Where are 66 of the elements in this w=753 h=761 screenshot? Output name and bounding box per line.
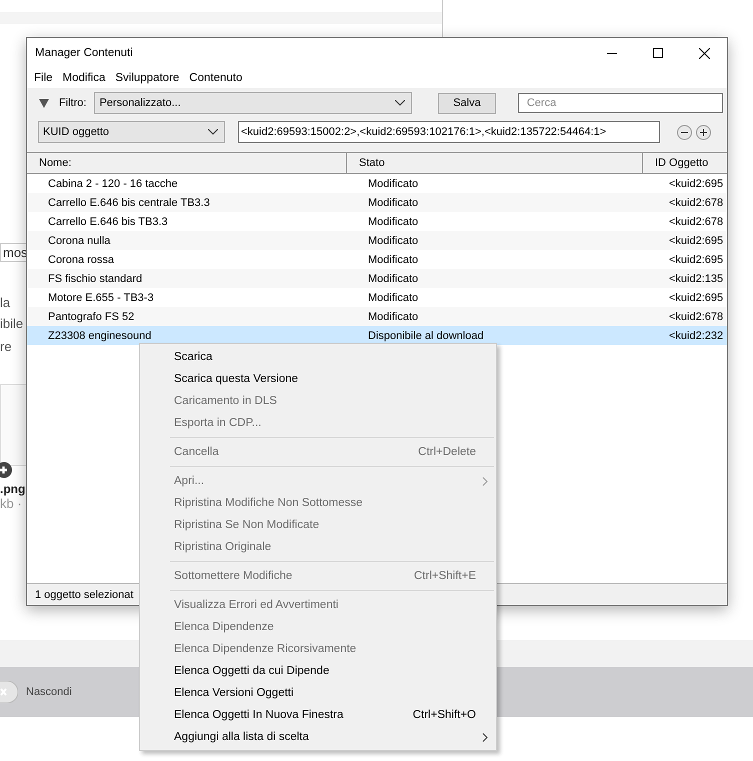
table-cell-text: Modificato: [367, 216, 420, 228]
minus-button[interactable]: [677, 124, 692, 140]
filter-icon[interactable]: [39, 98, 49, 108]
plus-button[interactable]: [696, 124, 711, 140]
table-row[interactable]: Z23308 enginesound Disponibile al download <kuid2:232: [27, 326, 727, 345]
table-cell-text: <kuid2:678: [668, 196, 724, 208]
menu-item[interactable]: Aggiungi alla lista di scelta: [142, 726, 496, 748]
window-title: Manager Contenuti: [34, 47, 133, 59]
menu-item[interactable]: Scarica: [142, 346, 496, 368]
table-cell-text: <kuid2:695: [668, 234, 724, 246]
table-cell-text: <kuid2:695: [668, 292, 724, 304]
menu-item[interactable]: File: [29, 72, 58, 84]
table-cell-text: <kuid2:695: [668, 178, 724, 190]
table-row[interactable]: FS fischio standard Modificato <kuid2:135: [27, 269, 727, 288]
column-header[interactable]: Stato: [347, 153, 643, 173]
menu-item[interactable]: Contenuto: [184, 72, 248, 84]
table-row[interactable]: Carrello E.646 bis centrale TB3.3 Modificato <kuid2:678: [27, 193, 727, 212]
page-text: ibile: [0, 315, 24, 333]
table-cell-text: Z23308 enginesound: [47, 330, 152, 342]
table-cell-text: <kuid2:678: [668, 310, 724, 322]
page-text: re: [0, 339, 12, 354]
table-cell-text: Disponibile al download: [367, 330, 485, 342]
table-cell-text: <kuid2:232: [668, 330, 724, 342]
table-cell-text: Modificato: [367, 272, 420, 284]
menu-item[interactable]: Modifica: [58, 72, 110, 84]
table-cell-text: Modificato: [367, 196, 420, 208]
table-cell-text: <kuid2:678: [668, 216, 724, 228]
file-size: kb ·: [0, 496, 22, 511]
plus-icon: [700, 128, 707, 136]
menu-item[interactable]: Elenca Versioni Oggetti: [142, 682, 496, 704]
menu-item[interactable]: Elenca Oggetti In Nuova Finestra Ctrl+Shift+O: [142, 704, 496, 726]
kuid-dropdown[interactable]: KUID oggetto: [38, 121, 225, 143]
table-cell-text: Carrello E.646 bis centrale TB3.3: [47, 196, 211, 208]
maximize-icon: [653, 48, 663, 58]
caret-icon: [395, 100, 406, 106]
hide-button[interactable]: Nascondi: [0, 681, 72, 703]
table-cell-text: Motore E.655 - TB3-3: [47, 292, 155, 304]
table-row[interactable]: Corona nulla Modificato <kuid2:695: [27, 231, 727, 250]
table-cell-text: FS fischio standard: [47, 272, 144, 284]
menu-item[interactable]: Scarica questa Versione: [142, 368, 496, 390]
menu-item[interactable]: Sviluppatore: [110, 72, 184, 84]
column-header[interactable]: ID Oggetto: [643, 153, 727, 173]
filter-dropdown[interactable]: Personalizzato...: [94, 92, 412, 114]
menu-item[interactable]: Elenca Oggetti da cui Dipende: [142, 660, 496, 682]
table-cell-text: Carrello E.646 bis TB3.3: [47, 216, 169, 228]
table-cell-text: Modificato: [367, 234, 420, 246]
table-row[interactable]: Pantografo FS 52 Modificato <kuid2:678: [27, 307, 727, 326]
kuid-field[interactable]: <kuid2:69593:15002:2>,<kuid2:69593:102176:1>,<kuid2:135722:54464:1>: [238, 121, 660, 143]
page-text: la: [0, 294, 10, 312]
table-cell-text: <kuid2:695: [668, 254, 724, 266]
table-cell-text: Modificato: [367, 292, 420, 304]
column-header[interactable]: Nome:: [27, 153, 347, 173]
table-cell-text: Modificato: [367, 254, 420, 266]
caret-icon: [208, 129, 218, 135]
table-cell-text: Corona rossa: [47, 254, 116, 266]
table-cell-text: Modificato: [367, 310, 420, 322]
close-icon: [698, 48, 710, 58]
table-cell-text: Cabina 2 - 120 - 16 tacche: [47, 178, 179, 190]
table-cell-text: Pantografo FS 52: [47, 310, 136, 322]
table-cell-text: <kuid2:135: [668, 272, 724, 284]
table-cell-text: Modificato: [367, 178, 420, 190]
file-name: .png: [0, 482, 26, 496]
table-cell-text: Corona nulla: [47, 234, 112, 246]
filter-label: Filtro:: [58, 97, 86, 109]
save-button[interactable]: Salva: [438, 92, 496, 114]
search-field[interactable]: Cerca: [518, 93, 723, 113]
